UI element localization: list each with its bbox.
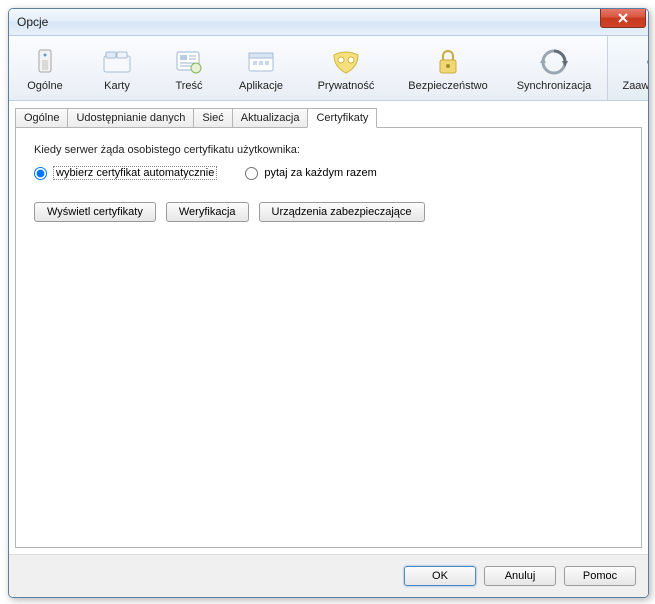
window-title: Opcje [17, 15, 600, 29]
ok-button[interactable]: OK [404, 566, 476, 586]
cert-buttons: Wyświetl certyfikaty Weryfikacja Urządze… [34, 202, 623, 222]
radio-group: wybierz certyfikat automatycznie pytaj z… [34, 166, 623, 180]
tab-update[interactable]: Aktualizacja [232, 108, 309, 128]
lock-icon [432, 46, 464, 78]
tab-data-sharing[interactable]: Udostępnianie danych [67, 108, 194, 128]
content-icon [173, 46, 205, 78]
titlebar: Opcje [9, 9, 648, 36]
category-tabs[interactable]: Karty [81, 36, 153, 100]
category-security[interactable]: Bezpieczeństwo [395, 36, 501, 100]
gear-icon [645, 46, 649, 78]
category-general[interactable]: Ogólne [9, 36, 81, 100]
radio-auto-input[interactable] [34, 167, 47, 180]
tabs-icon [101, 46, 133, 78]
radio-ask-label: pytaj za każdym razem [264, 167, 376, 179]
cancel-button[interactable]: Anuluj [484, 566, 556, 586]
tab-certificates[interactable]: Certyfikaty [307, 108, 377, 128]
mask-icon [330, 46, 362, 78]
verification-button[interactable]: Weryfikacja [166, 202, 249, 222]
sync-icon [538, 46, 570, 78]
close-button[interactable] [600, 8, 646, 28]
category-applications[interactable]: Aplikacje [225, 36, 297, 100]
radio-ask-input[interactable] [245, 167, 258, 180]
sub-tabstrip: Ogólne Udostępnianie danych Sieć Aktuali… [15, 108, 648, 128]
category-content[interactable]: Treść [153, 36, 225, 100]
category-toolbar: Ogólne Karty Treść Aplikacje Prywatność … [9, 36, 648, 101]
sec-devices-button[interactable]: Urządzenia zabezpieczające [259, 202, 425, 222]
dialog-footer: OK Anuluj Pomoc [9, 554, 648, 597]
prompt-text: Kiedy serwer żąda osobistego certyfikatu… [34, 144, 623, 156]
tab-network[interactable]: Sieć [193, 108, 232, 128]
category-privacy[interactable]: Prywatność [297, 36, 395, 100]
show-certs-button[interactable]: Wyświetl certyfikaty [34, 202, 156, 222]
certificates-panel: Kiedy serwer żąda osobistego certyfikatu… [15, 127, 642, 548]
applications-icon [245, 46, 277, 78]
category-advanced[interactable]: Zaawansowane [607, 36, 649, 100]
radio-ask[interactable]: pytaj za każdym razem [245, 167, 376, 180]
close-icon [618, 13, 628, 23]
help-button[interactable]: Pomoc [564, 566, 636, 586]
options-window: Opcje Ogólne Karty Treść Aplikacje Prywa… [8, 8, 649, 598]
radio-auto[interactable]: wybierz certyfikat automatycznie [34, 166, 217, 180]
category-sync[interactable]: Synchronizacja [501, 36, 607, 100]
radio-auto-label: wybierz certyfikat automatycznie [53, 166, 217, 180]
switch-icon [29, 46, 61, 78]
tab-general[interactable]: Ogólne [15, 108, 68, 128]
